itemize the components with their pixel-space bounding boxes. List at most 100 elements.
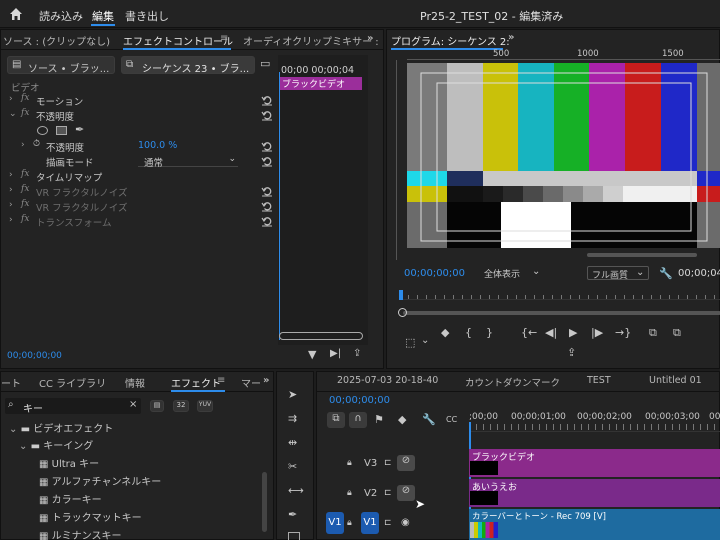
param-row-opacity[interactable]: › ⏱ 不透明度 100.0 % xyxy=(1,139,277,154)
reset-icon[interactable] xyxy=(261,155,273,167)
tab-partial[interactable]: ート xyxy=(1,375,21,390)
captions-icon[interactable]: CC xyxy=(446,413,457,427)
eye-icon[interactable]: ◉ xyxy=(401,517,410,528)
export-icon[interactable]: ⇪ xyxy=(353,348,361,359)
tree-folder-video-effects[interactable]: ⌄ ▬ ビデオエフェクト xyxy=(9,420,113,435)
stopwatch-icon[interactable]: ⏱ xyxy=(33,139,40,149)
effect-row-motion[interactable]: › fx モーション xyxy=(1,93,277,108)
lock-icon[interactable]: 🔒︎ xyxy=(347,488,352,498)
track-select-tool-icon[interactable]: ⇉ xyxy=(288,412,297,426)
program-time-ruler[interactable] xyxy=(399,290,720,300)
source-clip-selector[interactable]: ▤ ソース • ブラッ... xyxy=(7,56,115,75)
eye-hidden-icon[interactable]: ⊘ xyxy=(397,455,415,471)
timeline-tab-4[interactable]: Untitled 01 xyxy=(649,375,702,386)
tab-effects[interactable]: エフェクト xyxy=(171,375,221,390)
rectangle-tool-icon[interactable] xyxy=(288,532,300,540)
sync-lock-icon[interactable]: ⊏ xyxy=(384,488,392,498)
blend-mode-dropdown[interactable]: 通常 ⌄ xyxy=(138,154,238,169)
settings-icon[interactable]: 🔧 xyxy=(422,413,436,427)
program-timecode[interactable]: 00;00;00;00 xyxy=(404,268,465,279)
clip-v1[interactable]: カラーバーとトーン - Rec 709 [V] xyxy=(469,509,720,540)
ellipse-mask-icon[interactable] xyxy=(37,126,48,135)
snap-icon[interactable]: ∩ xyxy=(349,412,367,428)
program-playhead[interactable] xyxy=(399,290,403,300)
clip-bar[interactable]: ブラックビデオ xyxy=(280,77,362,90)
accelerated-effects-icon[interactable]: ▤ xyxy=(150,400,164,412)
reset-icon[interactable] xyxy=(261,109,273,121)
clip-v2[interactable]: あいうえお xyxy=(469,479,720,507)
param-row-blend-mode[interactable]: 描画モード 通常 ⌄ xyxy=(1,154,277,169)
effect-row-vr-noise-2[interactable]: › fx VR フラクタルノイズ xyxy=(1,199,277,214)
tab-source[interactable]: ソース : (クリップなし) xyxy=(3,33,110,48)
quality-dropdown[interactable]: フル画質 ⌄ xyxy=(587,266,649,281)
program-video-frame[interactable] xyxy=(407,63,720,248)
yuv-effects-icon[interactable]: YUV xyxy=(197,400,213,412)
selection-tool-icon[interactable]: ➤ xyxy=(288,388,297,402)
mark-out-icon[interactable]: } xyxy=(486,326,493,340)
overwrite-icon[interactable]: ⧉ xyxy=(673,326,681,340)
rectangle-mask-icon[interactable] xyxy=(56,126,67,135)
effect-row-time-remap[interactable]: › fx タイムリマップ xyxy=(1,169,277,184)
tab-menu-icon[interactable]: ≡ xyxy=(217,375,225,386)
effect-controls-timecode[interactable]: 00;00;00;00 xyxy=(7,351,62,361)
timeline-tab-3[interactable]: TEST xyxy=(587,375,611,386)
effect-row-transform[interactable]: › fx トランスフォーム xyxy=(1,214,277,229)
timeline-timecode[interactable]: 00;00;00;00 xyxy=(329,395,390,406)
menu-import[interactable]: 読み込み xyxy=(39,8,83,24)
panel-overflow-icon[interactable]: » xyxy=(367,33,373,44)
reset-icon[interactable] xyxy=(261,215,273,227)
tab-info[interactable]: 情報 xyxy=(125,375,145,390)
monitor-scrollbar[interactable] xyxy=(587,253,697,257)
tree-item-luma-key[interactable]: ▦ ルミナンスキー xyxy=(39,527,121,540)
tree-folder-keying[interactable]: ⌄ ▬ キーイング xyxy=(19,437,93,452)
tab-audio-mixer[interactable]: オーディオクリップミキサー : xyxy=(243,33,379,48)
safe-margins-icon[interactable]: ⬚ xyxy=(405,336,415,350)
eye-hidden-icon[interactable]: ⊘ xyxy=(397,485,415,501)
program-tab[interactable]: プログラム: シーケンス 2: xyxy=(391,33,510,48)
reset-icon[interactable] xyxy=(261,140,273,152)
sync-lock-icon[interactable]: ⊏ xyxy=(384,518,392,528)
tab-markers[interactable]: マー xyxy=(241,375,261,390)
pen-tool-icon[interactable]: ✒ xyxy=(288,508,297,522)
tab-cc-libraries[interactable]: CC ライブラリ xyxy=(39,375,106,390)
timeline-tab-2[interactable]: カウントダウンマーク xyxy=(465,375,560,389)
reset-icon[interactable] xyxy=(261,185,273,197)
program-zoom-bar[interactable] xyxy=(403,311,720,315)
effect-timeline-zoom-scroll[interactable] xyxy=(279,332,363,340)
clip-v3[interactable]: ブラックビデオ xyxy=(469,449,720,477)
add-marker-icon[interactable]: ◆ xyxy=(398,413,406,427)
tree-item-track-matte-key[interactable]: ▦ トラックマットキー xyxy=(39,509,142,524)
pen-mask-icon[interactable]: ✒ xyxy=(75,123,84,136)
zoom-handle[interactable] xyxy=(398,308,407,317)
reset-icon[interactable] xyxy=(261,200,273,212)
step-back-icon[interactable]: ◀| xyxy=(545,326,557,340)
effect-row-opacity[interactable]: ⌄ fx 不透明度 xyxy=(1,108,277,123)
go-to-in-icon[interactable]: {← xyxy=(521,326,537,340)
effect-row-vr-noise-1[interactable]: › fx VR フラクタルノイズ xyxy=(1,184,277,199)
menu-edit[interactable]: 編集 xyxy=(92,8,114,24)
sequence-selector[interactable]: ⧉ シーケンス 23 • ブラ... xyxy=(121,56,255,75)
step-forward-icon[interactable]: |▶ xyxy=(591,326,603,340)
tree-item-color-key[interactable]: ▦ カラーキー xyxy=(39,491,102,506)
add-marker-icon[interactable]: ◆ xyxy=(441,326,449,340)
timeline-ruler[interactable]: ;00;00 00;00;01;00 00;00;02;00 00;00;03;… xyxy=(469,410,720,432)
panel-overflow-icon[interactable]: » xyxy=(263,375,269,386)
razor-tool-icon[interactable]: ✂ xyxy=(288,460,297,474)
fit-dropdown[interactable]: 全体表示 ⌄ xyxy=(482,266,548,280)
go-to-out-icon[interactable]: →} xyxy=(615,326,631,340)
timeline-tab-1[interactable]: 2025-07-03 20-18-40 xyxy=(337,375,438,386)
linked-selection-icon[interactable]: ⚑ xyxy=(374,413,384,427)
opacity-value[interactable]: 100.0 % xyxy=(138,140,177,151)
32bit-effects-icon[interactable]: 32 xyxy=(173,400,189,412)
nest-toggle-icon[interactable]: ⧉ xyxy=(327,412,345,428)
insert-icon[interactable]: ⧉ xyxy=(649,326,657,340)
ripple-edit-tool-icon[interactable]: ⇹ xyxy=(288,436,297,450)
reset-icon[interactable] xyxy=(261,94,273,106)
toggle-timeline-icon[interactable]: ▭ xyxy=(260,57,270,70)
effects-search-input[interactable]: ⌕ キー × xyxy=(5,398,141,415)
tab-effect-controls[interactable]: エフェクトコントロール xyxy=(123,33,233,48)
slip-tool-icon[interactable]: ⟷ xyxy=(288,484,304,498)
chevron-down-icon[interactable]: ⌄ xyxy=(421,335,429,346)
play-audio-icon[interactable]: ▶| xyxy=(330,348,341,359)
playhead-line[interactable] xyxy=(279,72,280,340)
